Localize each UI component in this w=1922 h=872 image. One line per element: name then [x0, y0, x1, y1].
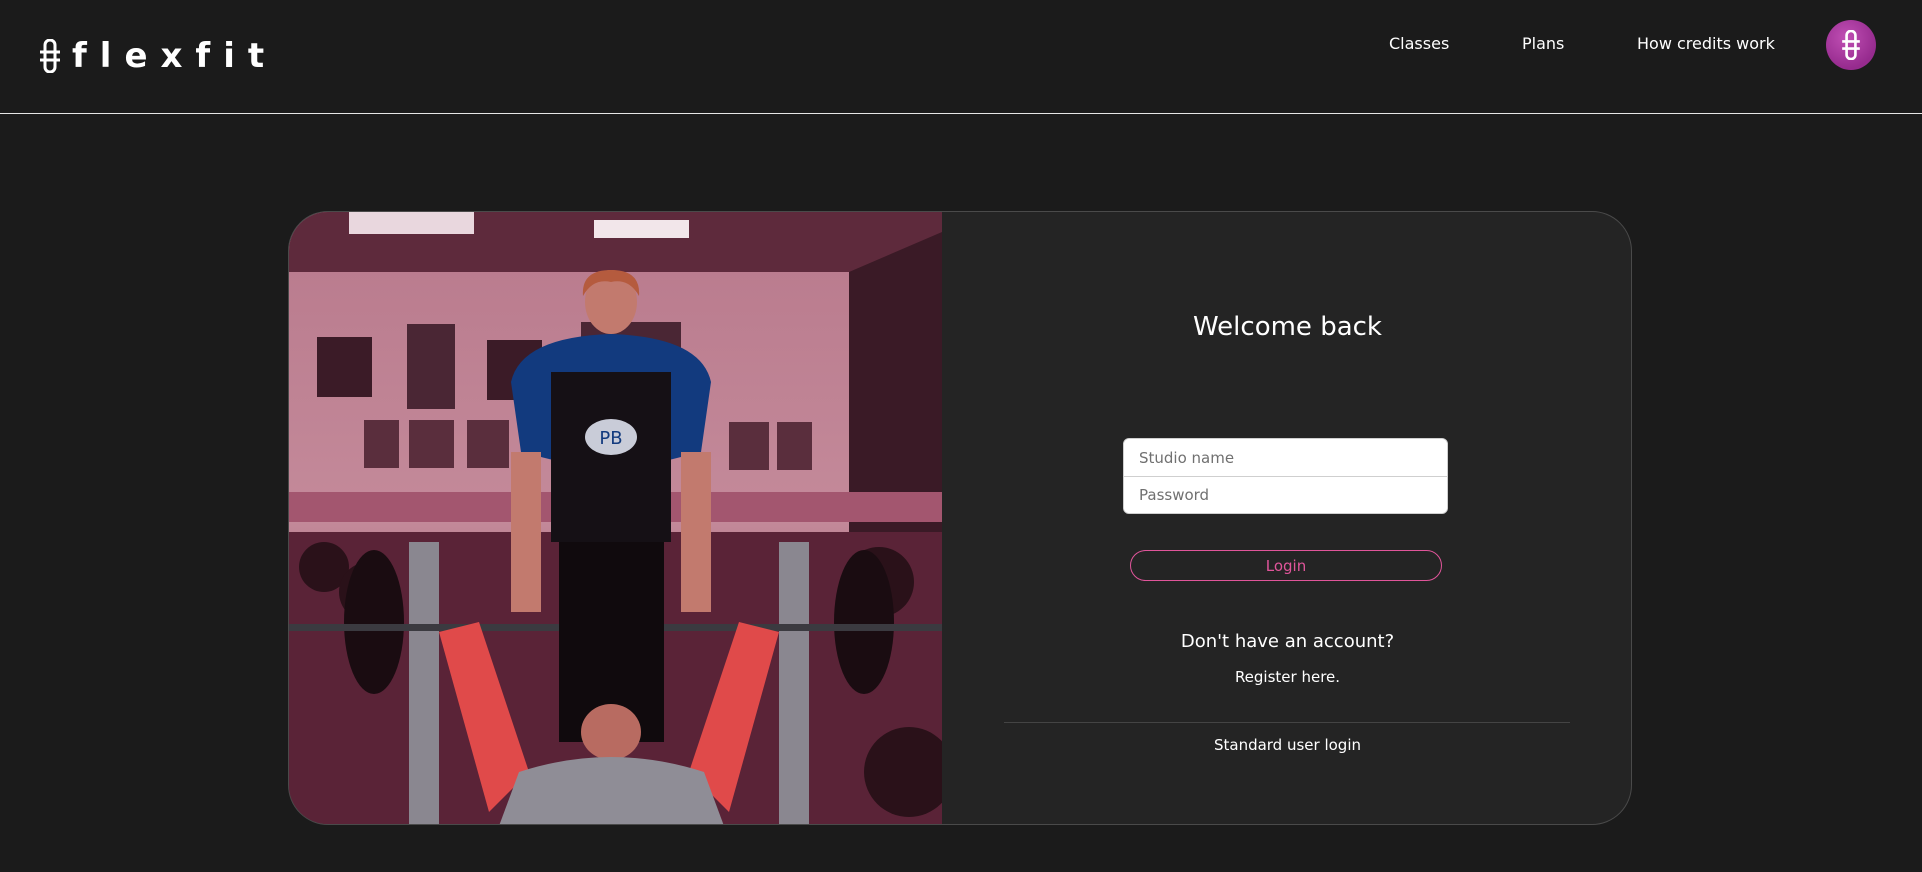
page-title: Welcome back [1193, 312, 1382, 342]
login-button[interactable]: Login [1130, 550, 1442, 581]
no-account-text: Don't have an account? [1180, 631, 1395, 652]
login-panel: Welcome back Login Don't have an account… [942, 212, 1631, 824]
register-link[interactable]: Register here. [942, 668, 1631, 686]
logo-mark-icon [40, 39, 60, 73]
logo-text: flexfit [72, 36, 278, 76]
password-input[interactable] [1124, 476, 1447, 513]
login-fields [1123, 438, 1448, 514]
avatar[interactable] [1826, 20, 1876, 70]
standard-user-login-link[interactable]: Standard user login [942, 736, 1631, 754]
logo[interactable]: flexfit [40, 36, 277, 76]
gym-photo: PB [289, 212, 942, 824]
barbell-mark-icon [1842, 30, 1860, 60]
nav-how-credits-work[interactable]: How credits work [1637, 34, 1775, 53]
nav-plans[interactable]: Plans [1522, 34, 1564, 53]
divider [1004, 722, 1570, 723]
gym-scene-illustration: PB [289, 212, 942, 824]
studio-name-input[interactable] [1124, 439, 1447, 476]
svg-text:PB: PB [599, 428, 622, 449]
nav-classes[interactable]: Classes [1389, 34, 1449, 53]
site-header: flexfit Classes Plans How credits work [0, 0, 1922, 114]
login-card: PB Welcome back Login Don't have an acco… [288, 211, 1632, 825]
